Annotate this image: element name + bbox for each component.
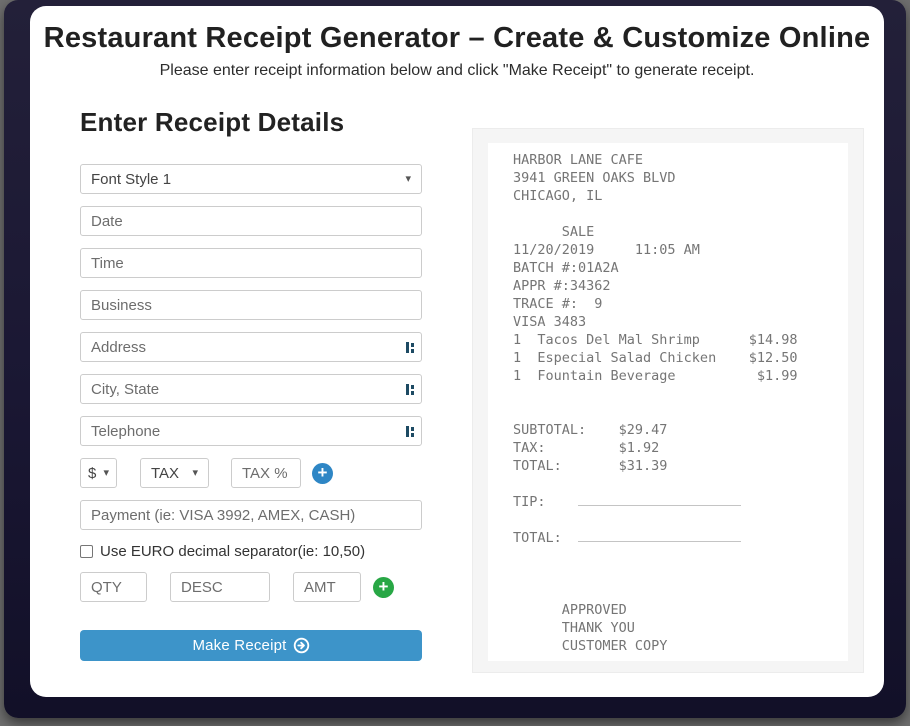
receipt-line: TIP: — [513, 493, 840, 511]
receipt-line-text: CHICAGO, IL — [513, 188, 602, 204]
receipt-line-text: SUBTOTAL: $29.47 — [513, 422, 667, 438]
form-text-input[interactable] — [80, 416, 422, 446]
receipt-line-text: THANK YOU — [513, 620, 635, 636]
fill-in-line — [578, 529, 741, 542]
receipt-line — [513, 511, 840, 529]
receipt-details-form: Enter Receipt Details Font Style 1 ▾ — [80, 107, 422, 661]
receipt-line-text: VISA 3483 — [513, 314, 586, 330]
receipt-line-text: TOTAL: $31.39 — [513, 458, 667, 474]
receipt-line-text: 3941 GREEN OAKS BLVD — [513, 170, 676, 186]
receipt-line: 11/20/2019 11:05 AM — [513, 241, 840, 259]
receipt-line: 1 Especial Salad Chicken $12.50 — [513, 349, 840, 367]
receipt-line-text: APPR #:34362 — [513, 278, 611, 294]
receipt-line: 1 Fountain Beverage $1.99 — [513, 367, 840, 385]
font-style-value: Font Style 1 — [91, 171, 171, 188]
receipt-line: SALE — [513, 223, 840, 241]
receipt-line-text: TAX: $1.92 — [513, 440, 659, 456]
chevron-down-icon: ▾ — [192, 468, 198, 479]
input-detail-icon — [406, 383, 415, 395]
receipt-line — [513, 205, 840, 223]
receipt-line: 3941 GREEN OAKS BLVD — [513, 169, 840, 187]
euro-separator-row: Use EURO decimal separator(ie: 10,50) — [80, 542, 422, 560]
receipt-line: TOTAL: $31.39 — [513, 457, 840, 475]
amount-input[interactable] — [293, 572, 361, 602]
description-input[interactable] — [170, 572, 270, 602]
receipt-line-text: 1 Fountain Beverage $1.99 — [513, 368, 797, 384]
make-receipt-button[interactable]: Make Receipt — [80, 630, 422, 661]
plus-icon: + — [379, 578, 389, 595]
add-item-button[interactable]: + — [373, 577, 394, 598]
receipt-line-text: APPROVED — [513, 602, 627, 618]
receipt-line: 1 Tacos Del Mal Shrimp $14.98 — [513, 331, 840, 349]
receipt-line — [513, 565, 840, 583]
form-text-input[interactable] — [80, 332, 422, 362]
content-card: Restaurant Receipt Generator – Create & … — [30, 6, 884, 697]
euro-separator-checkbox[interactable] — [80, 545, 93, 558]
receipt-line-text: TIP: — [513, 494, 578, 510]
receipt-line-text: 1 Especial Salad Chicken $12.50 — [513, 350, 797, 366]
plus-icon: + — [318, 464, 328, 481]
euro-separator-label: Use EURO decimal separator(ie: 10,50) — [100, 543, 365, 560]
receipt-line-text: BATCH #:01A2A — [513, 260, 619, 276]
input-detail-icon — [406, 425, 415, 437]
line-item-row: + — [80, 572, 422, 602]
receipt-preview-panel: HARBOR LANE CAFE 3941 GREEN OAKS BLVD CH… — [472, 128, 864, 673]
receipt-line: CUSTOMER COPY — [513, 637, 840, 655]
receipt-line: TAX: $1.92 — [513, 439, 840, 457]
tax-row: $ ▾ TAX ▾ + — [80, 458, 422, 488]
tax-type-value: TAX — [151, 465, 179, 482]
receipt-line-text: 11/20/2019 11:05 AM — [513, 242, 700, 258]
restaurant-receipt-generator-page: { "page": { "title": "Restaurant Receipt… — [0, 0, 910, 726]
input-detail-icon — [406, 341, 415, 353]
page-subtitle: Please enter receipt information below a… — [40, 62, 874, 80]
chevron-down-icon: ▾ — [103, 468, 109, 479]
receipt-line-text: SALE — [513, 224, 594, 240]
form-text-input[interactable] — [80, 206, 422, 236]
fill-in-line — [578, 493, 741, 506]
add-tax-button[interactable]: + — [312, 463, 333, 484]
tax-type-select[interactable]: TAX ▾ — [140, 458, 209, 488]
form-text-input[interactable] — [80, 248, 422, 278]
receipt-line — [513, 475, 840, 493]
receipt-line-text: CUSTOMER COPY — [513, 638, 667, 654]
page-background: Restaurant Receipt Generator – Create & … — [4, 0, 906, 718]
receipt-paper: HARBOR LANE CAFE 3941 GREEN OAKS BLVD CH… — [488, 143, 848, 661]
receipt-line-text: 1 Tacos Del Mal Shrimp $14.98 — [513, 332, 797, 348]
quantity-input[interactable] — [80, 572, 147, 602]
receipt-line — [513, 403, 840, 421]
text-fields-list — [80, 206, 422, 446]
receipt-line: TRACE #: 9 — [513, 295, 840, 313]
receipt-line-text: HARBOR LANE CAFE — [513, 152, 643, 168]
receipt-line: TOTAL: — [513, 529, 840, 547]
receipt-line — [513, 385, 840, 403]
receipt-line: VISA 3483 — [513, 313, 840, 331]
receipt-line: SUBTOTAL: $29.47 — [513, 421, 840, 439]
receipt-line: CHICAGO, IL — [513, 187, 840, 205]
chevron-down-icon: ▾ — [405, 174, 411, 185]
currency-select[interactable]: $ ▾ — [80, 458, 117, 488]
receipt-line-text: TOTAL: — [513, 530, 578, 546]
receipt-line: BATCH #:01A2A — [513, 259, 840, 277]
form-text-input[interactable] — [80, 290, 422, 320]
tax-percent-input[interactable] — [231, 458, 301, 488]
receipt-line: HARBOR LANE CAFE — [513, 151, 840, 169]
receipt-line-text: TRACE #: 9 — [513, 296, 602, 312]
receipt-line: APPROVED — [513, 601, 840, 619]
page-title: Restaurant Receipt Generator – Create & … — [40, 22, 874, 55]
font-style-select[interactable]: Font Style 1 ▾ — [80, 164, 422, 194]
receipt-line — [513, 547, 840, 565]
currency-value: $ — [88, 465, 96, 482]
receipt-line — [513, 583, 840, 601]
arrow-forward-circle-icon — [293, 637, 310, 654]
make-receipt-label: Make Receipt — [192, 637, 286, 654]
payment-input[interactable] — [80, 500, 422, 530]
receipt-line: THANK YOU — [513, 619, 840, 637]
form-text-input[interactable] — [80, 374, 422, 404]
receipt-line: APPR #:34362 — [513, 277, 840, 295]
form-heading: Enter Receipt Details — [80, 107, 422, 138]
